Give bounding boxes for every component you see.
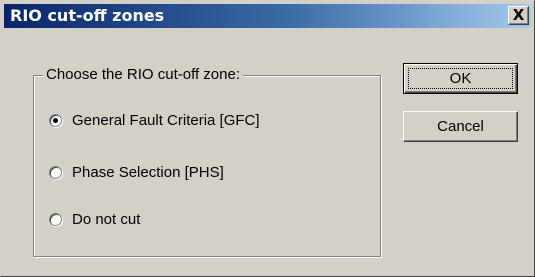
window-title: RIO cut-off zones (10, 6, 165, 25)
radio-option-do-not-cut[interactable]: Do not cut (49, 208, 140, 230)
focus-rectangle (408, 68, 513, 89)
cancel-button-label: Cancel (437, 118, 484, 135)
cancel-button[interactable]: Cancel (403, 111, 518, 142)
ok-button[interactable]: OK (403, 63, 518, 94)
radio-option-gfc[interactable]: General Fault Criteria [GFC] (49, 109, 260, 131)
radio-option-phs[interactable]: Phase Selection [PHS] (49, 161, 224, 183)
title-bar[interactable]: RIO cut-off zones X (4, 4, 531, 28)
radio-label-phs: Phase Selection [PHS] (72, 163, 224, 181)
radio-label-gfc: General Fault Criteria [GFC] (72, 111, 260, 129)
radio-label-do-not-cut: Do not cut (72, 210, 141, 228)
radio-button-phs[interactable] (49, 165, 62, 179)
group-legend: Choose the RIO cut-off zone: (43, 65, 243, 85)
radio-button-gfc[interactable] (49, 113, 62, 127)
close-icon: X (512, 6, 525, 24)
radio-button-do-not-cut[interactable] (49, 212, 62, 226)
close-button[interactable]: X (508, 6, 529, 25)
dialog-window: RIO cut-off zones X Choose the RIO cut-o… (0, 0, 535, 277)
